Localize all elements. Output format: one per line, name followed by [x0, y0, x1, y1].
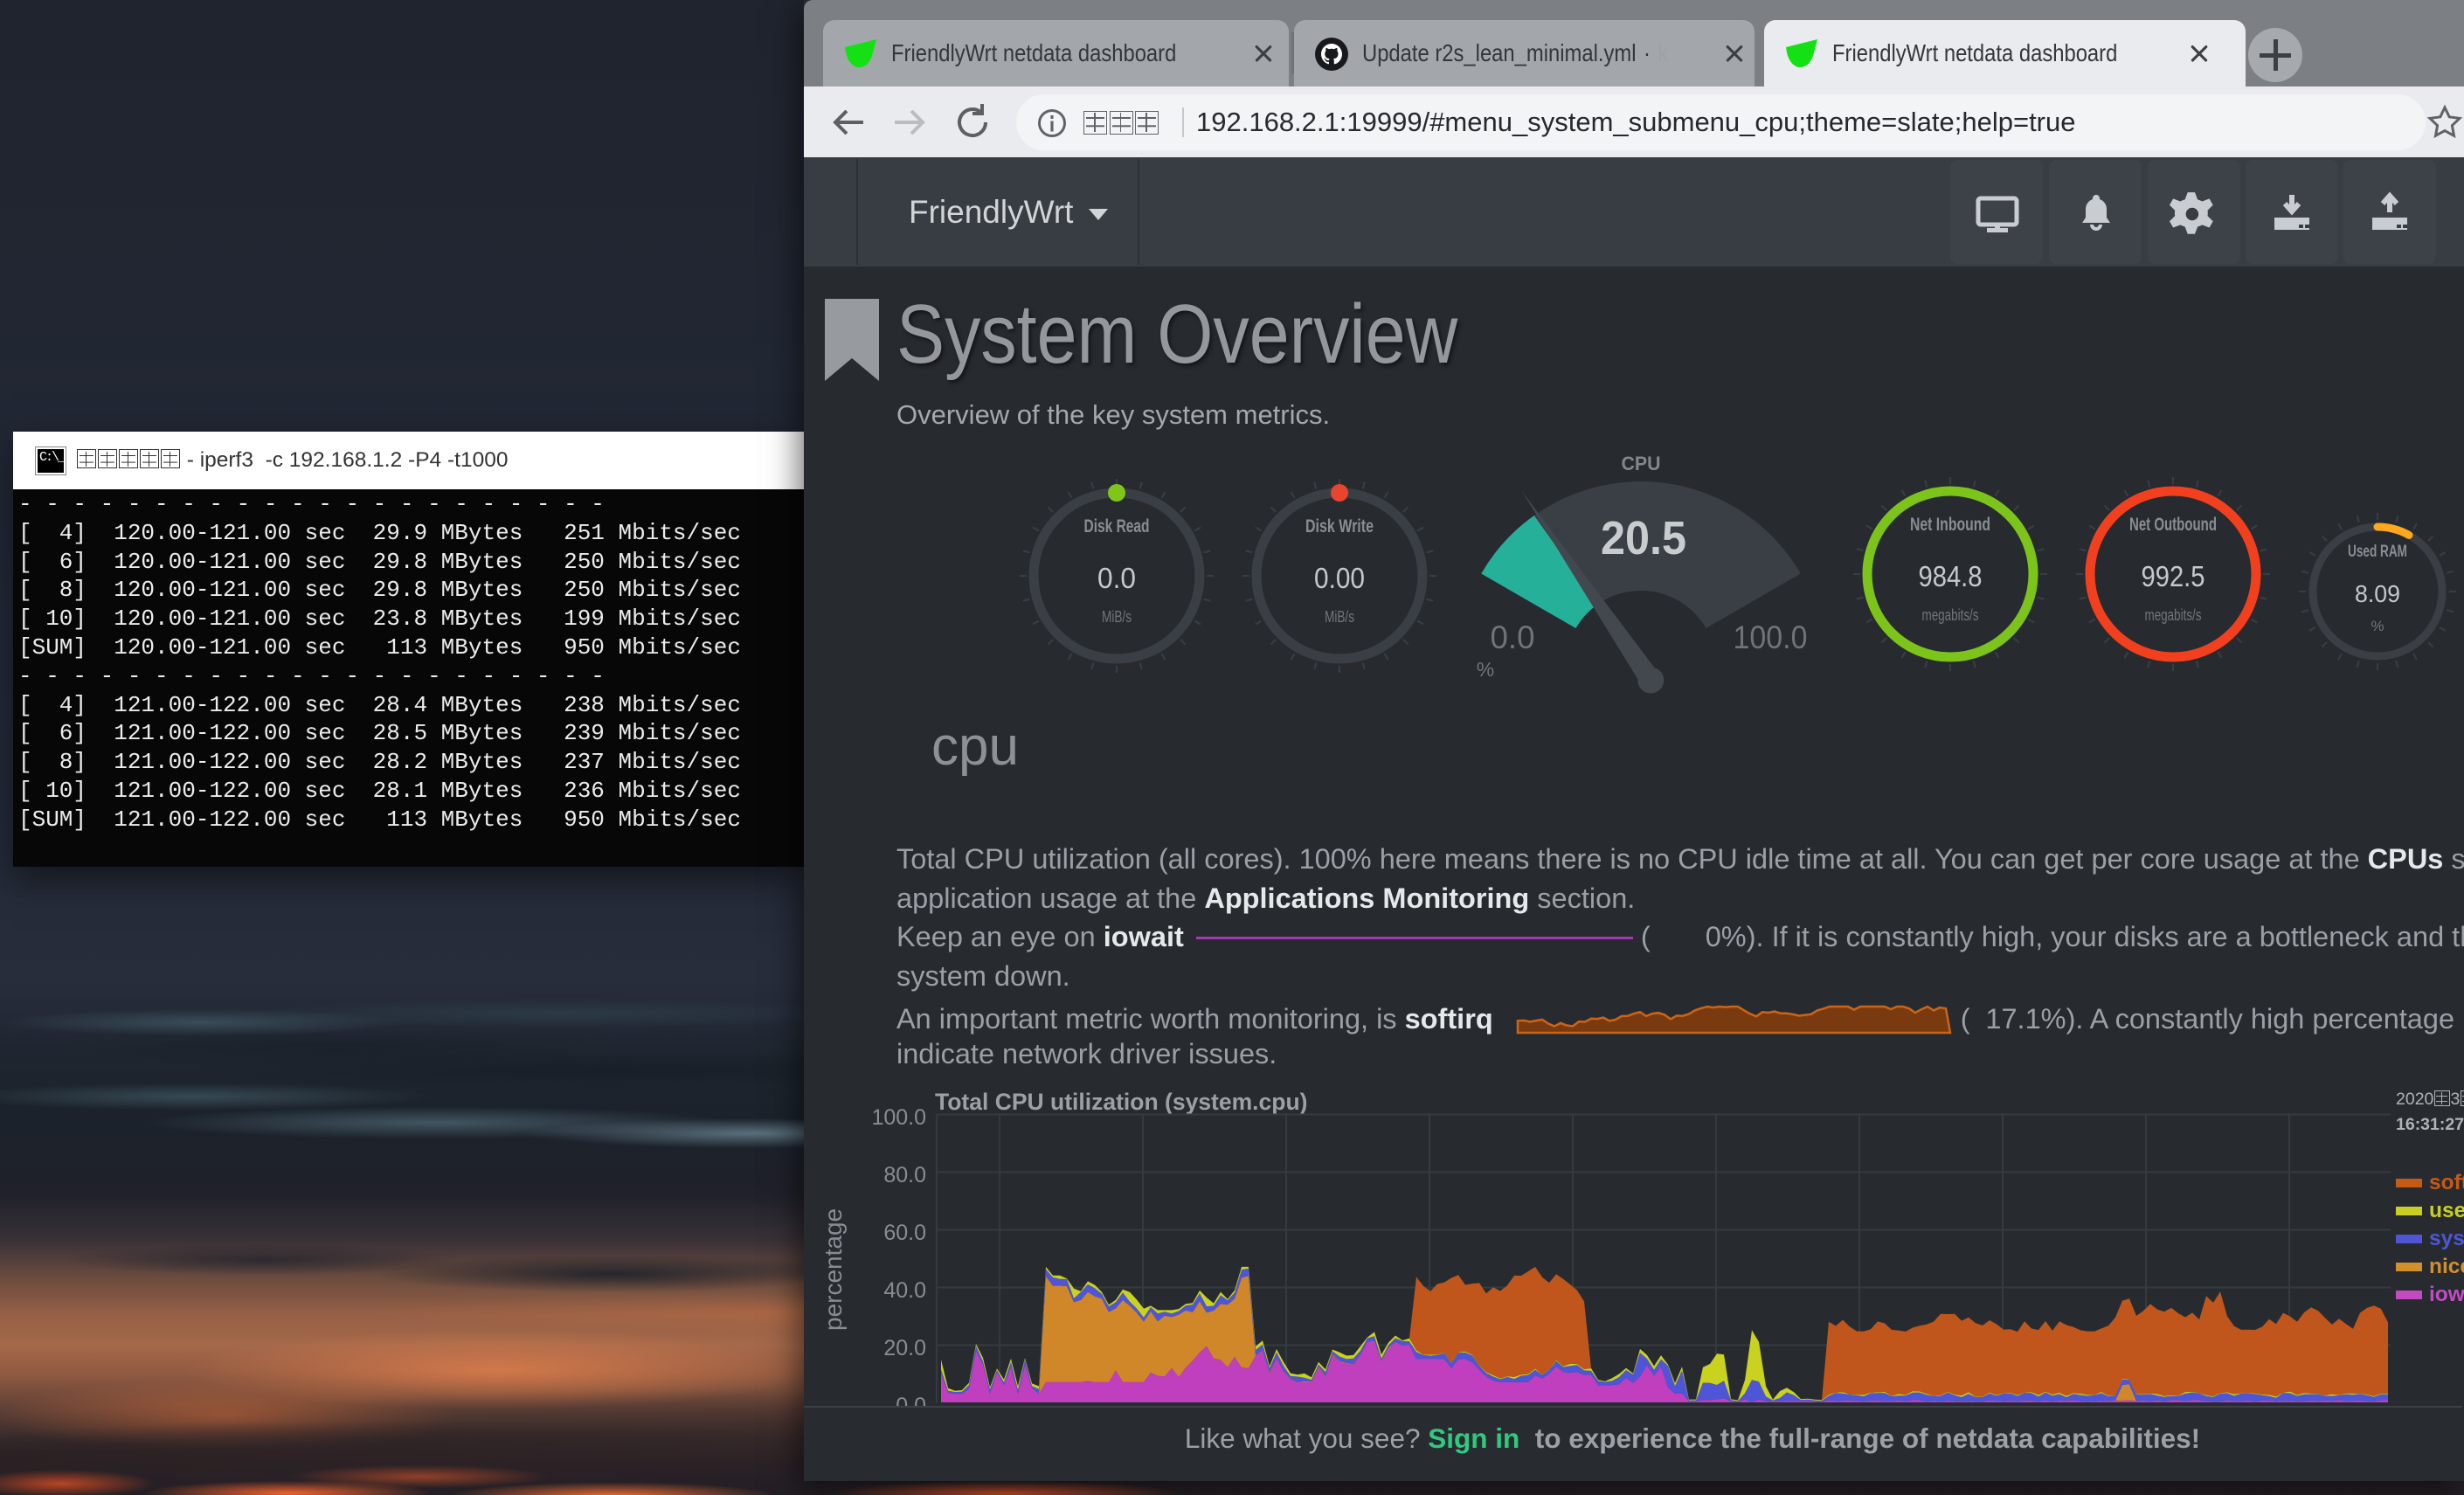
svg-text:%: % [1477, 658, 1494, 681]
svg-text:Disk Write: Disk Write [1305, 516, 1374, 536]
svg-text:20.5: 20.5 [1601, 512, 1686, 564]
svg-text:Used RAM: Used RAM [2348, 543, 2407, 561]
svg-text:100.0: 100.0 [1734, 619, 1808, 655]
svg-text:CPU: CPU [1622, 453, 1661, 474]
svg-text:Net Inbound: Net Inbound [1910, 515, 1990, 535]
svg-text:0.0: 0.0 [1491, 619, 1535, 655]
svg-text:megabits/s: megabits/s [1922, 606, 1979, 624]
svg-text:MiB/s: MiB/s [1102, 608, 1132, 626]
svg-text:8.09: 8.09 [2355, 580, 2400, 607]
svg-text:MiB/s: MiB/s [1325, 608, 1354, 626]
svg-text:984.8: 984.8 [1919, 560, 1983, 592]
svg-text:0.0: 0.0 [1097, 562, 1136, 594]
svg-text:Net Outbound: Net Outbound [2129, 515, 2217, 535]
svg-text:%: % [2371, 618, 2384, 634]
svg-text:992.5: 992.5 [2142, 560, 2205, 592]
svg-text:Disk Read: Disk Read [1084, 516, 1150, 536]
svg-text:0.00: 0.00 [1314, 562, 1365, 594]
svg-text:megabits/s: megabits/s [2145, 606, 2202, 624]
